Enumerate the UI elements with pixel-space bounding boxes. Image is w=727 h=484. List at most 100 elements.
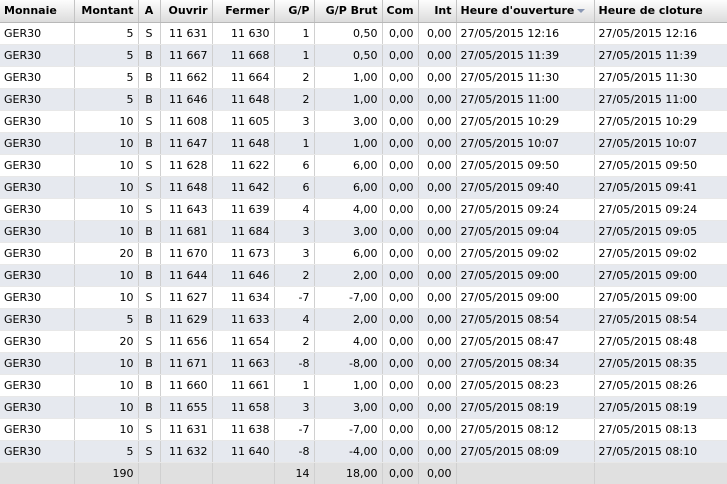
cell-fermer: 11 633 <box>212 308 275 331</box>
cell-heure-cloture: 27/05/2015 11:30 <box>594 66 727 89</box>
cell-gp: 6 <box>274 176 315 199</box>
cell-heure-ouverture: 27/05/2015 09:02 <box>456 242 595 265</box>
table-row[interactable]: GER30 5 B 11 667 11 668 1 0,50 0,00 0,00 27/05/20… <box>0 44 727 67</box>
cell-com: 0,00 <box>382 264 419 287</box>
cell-ouvrir: 11 631 <box>160 418 213 441</box>
cell-gp-brut: 1,00 <box>314 374 383 397</box>
total-int: 0,00 <box>418 462 457 484</box>
cell-monnaie: GER30 <box>0 352 75 375</box>
cell-int: 0,00 <box>418 396 457 419</box>
total-com: 0,00 <box>382 462 419 484</box>
table-row[interactable]: GER30 20 S 11 656 11 654 2 4,00 0,00 0,00 27/05/2… <box>0 330 727 353</box>
cell-int: 0,00 <box>418 154 457 177</box>
table-header-row: Monnaie Montant A Ouvrir Fermer G/P G/P … <box>0 0 727 23</box>
cell-ouvrir: 11 646 <box>160 88 213 111</box>
col-header-heure-cloture[interactable]: Heure de cloture <box>594 0 727 23</box>
cell-gp-brut: 6,00 <box>314 154 383 177</box>
cell-fermer: 11 605 <box>212 110 275 133</box>
cell-int: 0,00 <box>418 352 457 375</box>
cell-ouvrir: 11 627 <box>160 286 213 309</box>
table-row[interactable]: GER30 5 S 11 632 11 640 -8 -4,00 0,00 0,00 27/05/… <box>0 440 727 463</box>
cell-fermer: 11 661 <box>212 374 275 397</box>
table-row[interactable]: GER30 10 S 11 643 11 639 4 4,00 0,00 0,00 27/05/2… <box>0 198 727 221</box>
table-row[interactable]: GER30 5 B 11 662 11 664 2 1,00 0,00 0,00 27/05/20… <box>0 66 727 89</box>
cell-a: S <box>138 418 161 441</box>
table-row[interactable]: GER30 10 B 11 655 11 658 3 3,00 0,00 0,00 27/05/2… <box>0 396 727 419</box>
cell-gp: 2 <box>274 330 315 353</box>
cell-int: 0,00 <box>418 220 457 243</box>
table-row[interactable]: GER30 10 B 11 671 11 663 -8 -8,00 0,00 0,00 27/05… <box>0 352 727 375</box>
cell-heure-ouverture: 27/05/2015 09:50 <box>456 154 595 177</box>
cell-com: 0,00 <box>382 154 419 177</box>
cell-monnaie: GER30 <box>0 418 75 441</box>
cell-com: 0,00 <box>382 220 419 243</box>
cell-heure-ouverture: 27/05/2015 10:29 <box>456 110 595 133</box>
col-header-gp-brut[interactable]: G/P Brut <box>314 0 383 23</box>
col-header-montant[interactable]: Montant <box>74 0 139 23</box>
col-header-a[interactable]: A <box>138 0 161 23</box>
cell-fermer: 11 648 <box>212 132 275 155</box>
cell-ouvrir: 11 655 <box>160 396 213 419</box>
cell-com: 0,00 <box>382 44 419 67</box>
total-a <box>138 462 161 484</box>
table-row[interactable]: GER30 5 B 11 629 11 633 4 2,00 0,00 0,00 27/05/20… <box>0 308 727 331</box>
table-row[interactable]: GER30 10 S 11 648 11 642 6 6,00 0,00 0,00 27/05/2… <box>0 176 727 199</box>
col-header-int[interactable]: Int <box>418 0 457 23</box>
table-row[interactable]: GER30 10 S 11 627 11 634 -7 -7,00 0,00 0,00 27/05… <box>0 286 727 309</box>
cell-com: 0,00 <box>382 88 419 111</box>
cell-ouvrir: 11 681 <box>160 220 213 243</box>
table-row[interactable]: GER30 20 B 11 670 11 673 3 6,00 0,00 0,00 27/05/2… <box>0 242 727 265</box>
table-row[interactable]: GER30 10 B 11 647 11 648 1 1,00 0,00 0,00 27/05/2… <box>0 132 727 155</box>
table-row[interactable]: GER30 10 B 11 681 11 684 3 3,00 0,00 0,00 27/05/2… <box>0 220 727 243</box>
total-montant: 190 <box>74 462 139 484</box>
cell-a: B <box>138 220 161 243</box>
col-header-fermer[interactable]: Fermer <box>212 0 275 23</box>
cell-a: S <box>138 330 161 353</box>
cell-heure-ouverture: 27/05/2015 09:40 <box>456 176 595 199</box>
cell-a: B <box>138 44 161 67</box>
cell-monnaie: GER30 <box>0 154 75 177</box>
trades-table: Monnaie Montant A Ouvrir Fermer G/P G/P … <box>0 0 727 484</box>
total-ouverture <box>456 462 595 484</box>
cell-int: 0,00 <box>418 264 457 287</box>
cell-montant: 10 <box>74 264 139 287</box>
table-row[interactable]: GER30 5 B 11 646 11 648 2 1,00 0,00 0,00 27/05/20… <box>0 88 727 111</box>
table-row[interactable]: GER30 10 B 11 660 11 661 1 1,00 0,00 0,00 27/05/2… <box>0 374 727 397</box>
cell-monnaie: GER30 <box>0 286 75 309</box>
table-row[interactable]: GER30 10 S 11 608 11 605 3 3,00 0,00 0,00 27/05/2… <box>0 110 727 133</box>
col-header-heure-ouverture[interactable]: Heure d'ouverture <box>456 0 595 23</box>
cell-com: 0,00 <box>382 198 419 221</box>
col-header-ouvrir[interactable]: Ouvrir <box>160 0 213 23</box>
sort-descending-icon <box>577 9 586 14</box>
cell-heure-ouverture: 27/05/2015 10:07 <box>456 132 595 155</box>
table-row[interactable]: GER30 10 S 11 631 11 638 -7 -7,00 0,00 0,00 27/05… <box>0 418 727 441</box>
cell-a: S <box>138 22 161 45</box>
cell-ouvrir: 11 628 <box>160 154 213 177</box>
col-header-heure-ouverture-label: Heure d'ouverture <box>460 4 575 18</box>
cell-gp: 1 <box>274 132 315 155</box>
cell-heure-cloture: 27/05/2015 09:50 <box>594 154 727 177</box>
cell-ouvrir: 11 644 <box>160 264 213 287</box>
cell-heure-ouverture: 27/05/2015 09:24 <box>456 198 595 221</box>
cell-int: 0,00 <box>418 176 457 199</box>
cell-monnaie: GER30 <box>0 110 75 133</box>
cell-int: 0,00 <box>418 88 457 111</box>
cell-gp: 6 <box>274 154 315 177</box>
col-header-monnaie[interactable]: Monnaie <box>0 0 75 23</box>
cell-a: B <box>138 352 161 375</box>
cell-monnaie: GER30 <box>0 308 75 331</box>
cell-monnaie: GER30 <box>0 374 75 397</box>
totals-row: 190 14 18,00 0,00 0,00 <box>0 462 727 484</box>
cell-monnaie: GER30 <box>0 88 75 111</box>
cell-heure-ouverture: 27/05/2015 08:54 <box>456 308 595 331</box>
cell-montant: 5 <box>74 88 139 111</box>
cell-gp: 3 <box>274 242 315 265</box>
table-row[interactable]: GER30 10 S 11 628 11 622 6 6,00 0,00 0,00 27/05/2… <box>0 154 727 177</box>
cell-ouvrir: 11 631 <box>160 22 213 45</box>
cell-heure-ouverture: 27/05/2015 09:04 <box>456 220 595 243</box>
col-header-gp[interactable]: G/P <box>274 0 315 23</box>
col-header-com[interactable]: Com <box>382 0 419 23</box>
cell-heure-ouverture: 27/05/2015 11:39 <box>456 44 595 67</box>
table-row[interactable]: GER30 5 S 11 631 11 630 1 0,50 0,00 0,00 27/05/20… <box>0 22 727 45</box>
table-row[interactable]: GER30 10 B 11 644 11 646 2 2,00 0,00 0,00 27/05/2… <box>0 264 727 287</box>
